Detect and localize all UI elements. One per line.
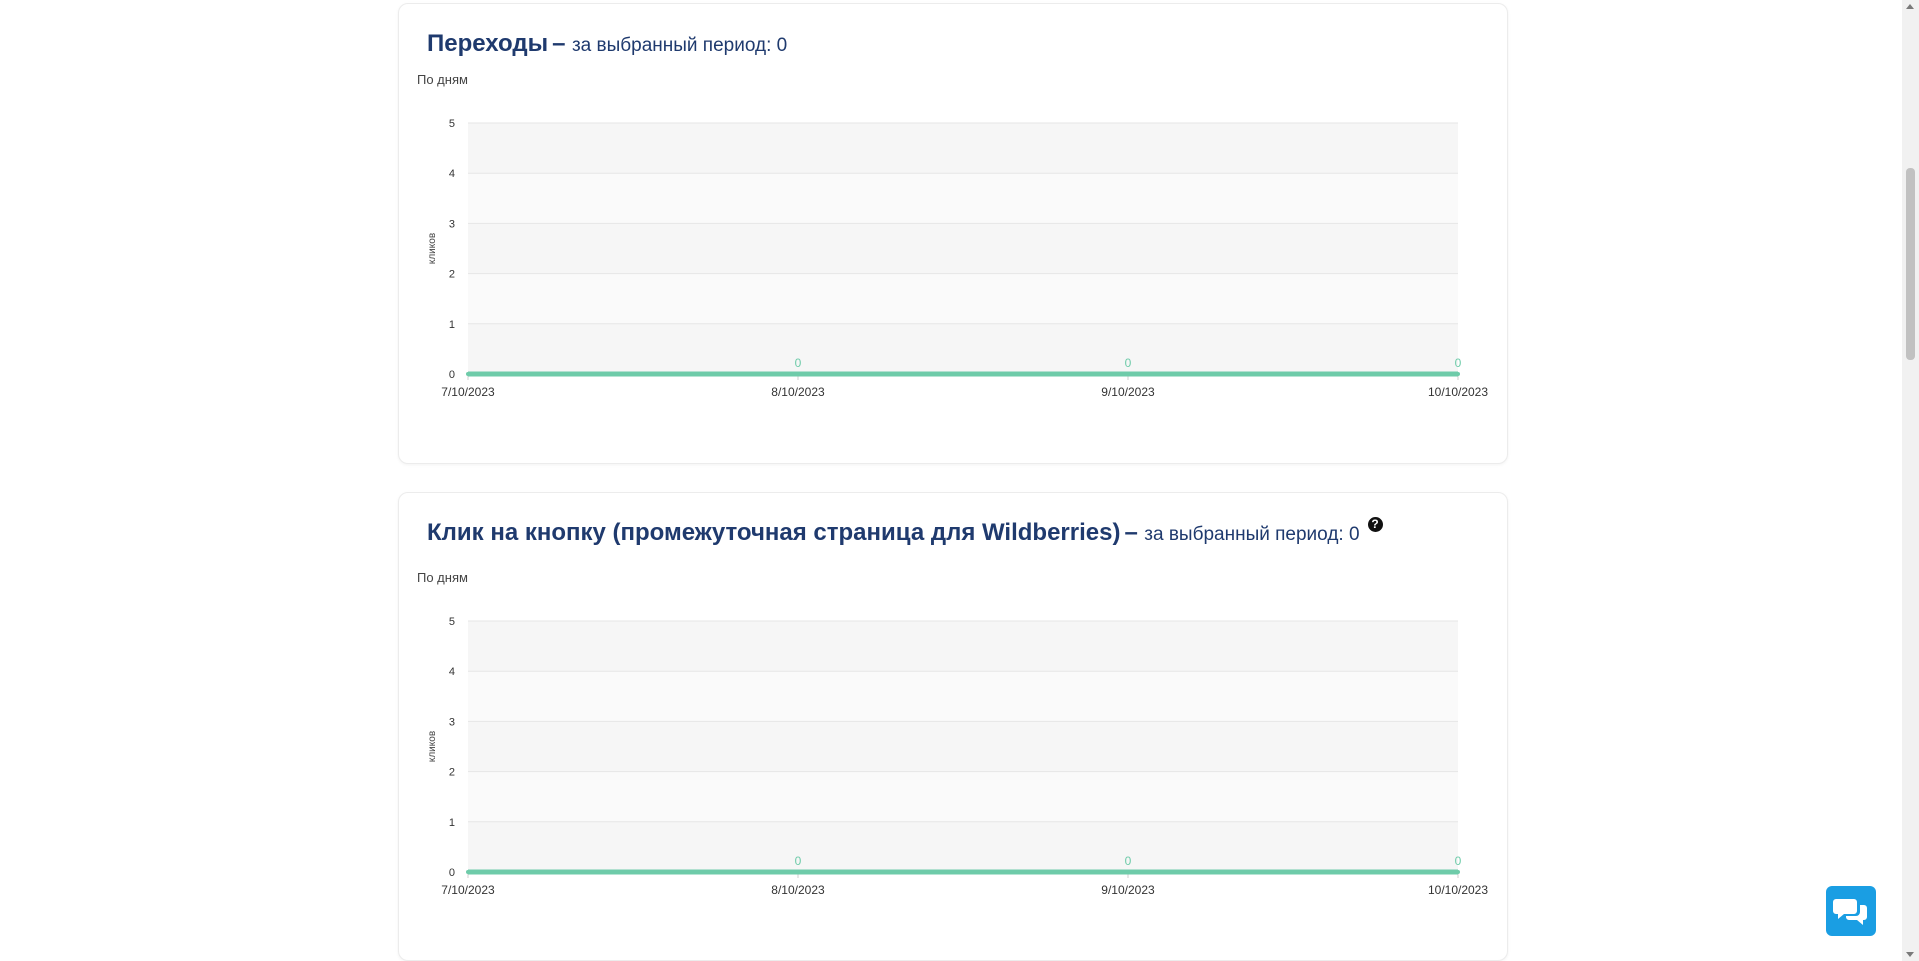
data-label: 0: [795, 356, 802, 370]
x-tick-label: 9/10/2023: [1101, 385, 1155, 399]
y-tick-label: 0: [449, 369, 455, 381]
grid-band: [468, 821, 1458, 872]
grid-band: [468, 173, 1458, 224]
grid-band: [468, 223, 1458, 274]
y-tick-label: 2: [449, 269, 455, 281]
data-point: [1126, 372, 1130, 376]
x-tick-label: 10/10/2023: [1428, 385, 1488, 399]
y-tick-label: 5: [449, 616, 455, 628]
grid-band: [468, 123, 1458, 174]
x-tick-label: 8/10/2023: [771, 883, 825, 897]
y-tick-label: 1: [449, 817, 455, 829]
data-label: 0: [1455, 356, 1462, 370]
y-tick-label: 5: [449, 118, 455, 130]
grid-band: [468, 771, 1458, 822]
grid-band: [468, 721, 1458, 772]
chart-card-button-clicks: Клик на кнопку (промежуточная страница д…: [398, 492, 1508, 961]
grid-band: [468, 323, 1458, 374]
y-tick-label: 4: [449, 168, 455, 180]
y-tick-label: 2: [449, 767, 455, 779]
data-point: [466, 870, 470, 874]
chat-bubbles-icon: [1833, 899, 1867, 925]
chart-card-transitions: Переходы – за выбранный период: 0 По дням…: [398, 3, 1508, 464]
x-tick-label: 7/10/2023: [441, 883, 495, 897]
grid-band: [468, 621, 1458, 672]
chart-button-clicks: 0 1 2 3 4 5 кликов 7/10/2023 8/10/2023 9/10/2023 1…: [427, 616, 1488, 897]
data-point: [1456, 870, 1460, 874]
x-tick-label: 10/10/2023: [1428, 883, 1488, 897]
chat-button[interactable]: [1826, 886, 1876, 936]
data-label: 0: [1125, 854, 1132, 868]
data-point: [796, 870, 800, 874]
data-point: [1456, 372, 1460, 376]
data-label: 0: [1455, 854, 1462, 868]
x-tick-label: 9/10/2023: [1101, 883, 1155, 897]
data-point: [466, 372, 470, 376]
data-point: [1126, 870, 1130, 874]
y-axis-label: кликов: [427, 233, 438, 264]
data-label: 0: [1125, 356, 1132, 370]
data-point: [796, 372, 800, 376]
grid-band: [468, 671, 1458, 722]
page-scrollbar[interactable]: [1902, 0, 1919, 961]
y-tick-label: 4: [449, 666, 455, 678]
chart-transitions: 0 1 2 3 4 5 кликов 7/10/2023 8/10/2023 9/10/2023 1…: [427, 118, 1488, 399]
x-tick-label: 7/10/2023: [441, 385, 495, 399]
y-tick-label: 3: [449, 716, 455, 728]
scrollbar-thumb[interactable]: [1906, 168, 1915, 360]
y-tick-label: 0: [449, 867, 455, 879]
x-tick-label: 8/10/2023: [771, 385, 825, 399]
grid-band: [468, 273, 1458, 324]
y-axis-label: кликов: [427, 731, 438, 762]
scroll-up-icon[interactable]: [1906, 4, 1914, 9]
scroll-down-icon[interactable]: [1906, 952, 1914, 957]
data-label: 0: [795, 854, 802, 868]
y-tick-label: 1: [449, 319, 455, 331]
y-tick-label: 3: [449, 218, 455, 230]
